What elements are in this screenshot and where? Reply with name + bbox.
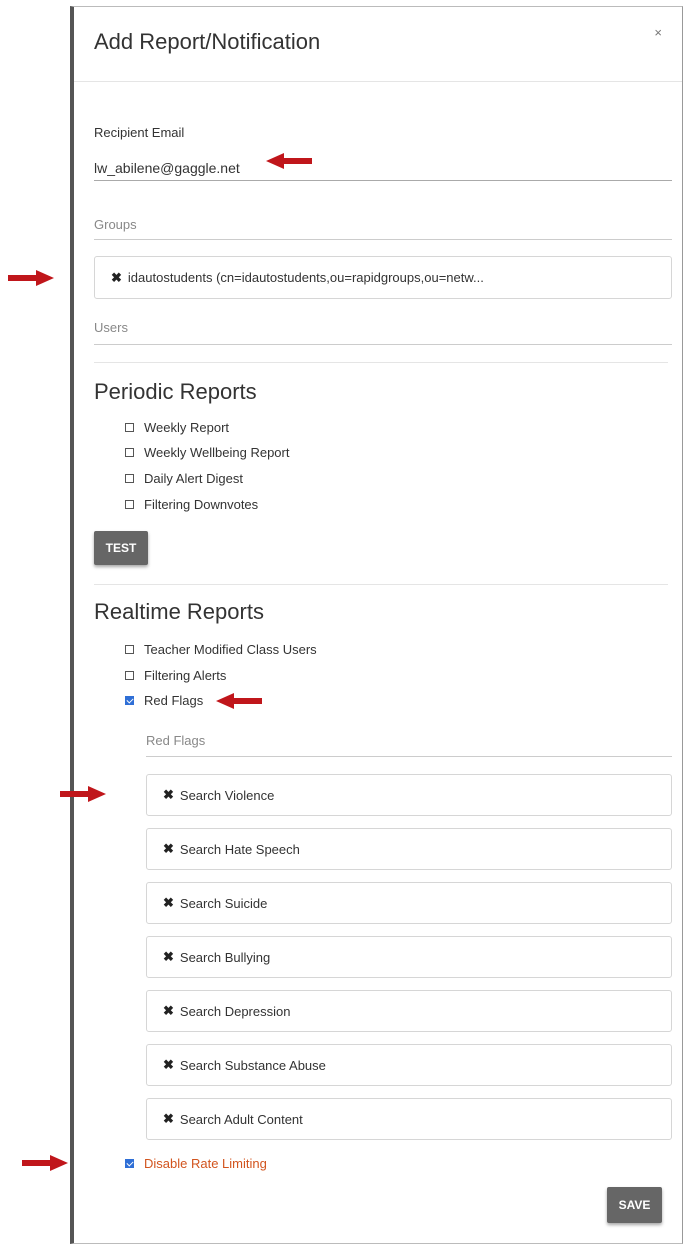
weekly-wellbeing-option[interactable]: Weekly Wellbeing Report [125,445,289,460]
annotation-arrow [216,693,262,709]
red-flag-chip-label: Search Hate Speech [179,841,300,857]
red-flags-option[interactable]: Red Flags [125,693,203,708]
red-flag-chip[interactable]: ✖ Search Suicide [146,882,672,924]
annotation-arrow [266,153,312,169]
close-icon[interactable]: × [654,25,662,40]
weekly-wellbeing-label: Weekly Wellbeing Report [144,445,290,460]
recipient-email-label: Recipient Email [94,125,185,140]
modal-title: Add Report/Notification [94,29,321,54]
annotation-arrow [22,1155,68,1171]
red-flag-chip[interactable]: ✖ Search Substance Abuse [146,1044,672,1086]
remove-chip-icon[interactable]: ✖ [163,895,174,911]
red-flags-underline [146,756,672,757]
red-flag-chip-label: Search Substance Abuse [179,1057,326,1073]
disable-rate-limiting-checkbox[interactable] [125,1159,134,1168]
remove-chip-icon[interactable]: ✖ [163,787,174,803]
teacher-modified-option[interactable]: Teacher Modified Class Users [125,642,317,657]
red-flags-field-label: Red Flags [146,733,206,748]
red-flag-chip-label: Search Violence [179,787,275,803]
remove-chip-icon[interactable]: ✖ [163,949,174,965]
save-button[interactable]: SAVE [607,1187,662,1223]
red-flag-chip[interactable]: ✖ Search Depression [146,990,672,1032]
remove-chip-icon[interactable]: ✖ [163,841,174,857]
recipient-email-underline [94,180,672,181]
filtering-downvotes-option[interactable]: Filtering Downvotes [125,497,258,512]
disable-rate-limiting-option[interactable]: Disable Rate Limiting [125,1156,267,1171]
remove-chip-icon[interactable]: ✖ [163,1057,174,1073]
annotation-arrow [60,786,106,802]
red-flag-chip[interactable]: ✖ Search Adult Content [146,1098,672,1140]
test-button[interactable]: TEST [94,531,148,565]
users-label: Users [94,320,128,335]
disable-rate-limiting-label: Disable Rate Limiting [144,1156,267,1171]
red-flag-chip-label: Search Bullying [179,949,271,965]
groups-label: Groups [94,217,137,232]
add-report-modal: Add Report/Notification × Recipient Emai… [70,6,683,1244]
filtering-downvotes-checkbox[interactable] [125,500,134,509]
realtime-reports-heading: Realtime Reports [94,599,264,624]
daily-alert-digest-label: Daily Alert Digest [144,471,243,486]
remove-chip-icon[interactable]: ✖ [163,1003,174,1019]
weekly-wellbeing-checkbox[interactable] [125,448,134,457]
red-flag-chip[interactable]: ✖ Search Bullying [146,936,672,978]
red-flags-checkbox[interactable] [125,696,134,705]
section-divider-2 [94,584,668,585]
red-flag-chip-label: Search Adult Content [179,1111,303,1127]
section-divider-1 [94,362,668,363]
red-flag-chip[interactable]: ✖ Search Hate Speech [146,828,672,870]
groups-underline [94,239,672,240]
header-divider [74,81,682,82]
red-flags-option-label: Red Flags [144,693,204,708]
filtering-alerts-option[interactable]: Filtering Alerts [125,668,226,683]
groups-chip[interactable]: ✖ idautostudents (cn=idautostudents,ou=r… [94,256,672,299]
red-flag-chip[interactable]: ✖ Search Violence [146,774,672,816]
daily-alert-digest-option[interactable]: Daily Alert Digest [125,471,243,486]
filtering-alerts-checkbox[interactable] [125,671,134,680]
red-flag-chip-label: Search Suicide [179,895,268,911]
users-input-underline[interactable] [94,344,672,345]
teacher-modified-label: Teacher Modified Class Users [144,642,317,657]
daily-alert-digest-checkbox[interactable] [125,474,134,483]
weekly-report-option[interactable]: Weekly Report [125,420,229,435]
red-flag-chip-label: Search Depression [179,1003,291,1019]
groups-chip-label: idautostudents (cn=idautostudents,ou=rap… [127,270,484,285]
background-page [0,0,74,1247]
teacher-modified-checkbox[interactable] [125,645,134,654]
recipient-email-input[interactable]: lw_abilene@gaggle.net [94,160,240,176]
remove-chip-icon[interactable]: ✖ [163,1111,174,1127]
annotation-arrow [8,270,54,286]
remove-chip-icon[interactable]: ✖ [111,270,122,286]
weekly-report-checkbox[interactable] [125,423,134,432]
filtering-alerts-label: Filtering Alerts [144,668,227,683]
periodic-reports-heading: Periodic Reports [94,379,257,404]
filtering-downvotes-label: Filtering Downvotes [144,497,259,512]
weekly-report-label: Weekly Report [144,420,230,435]
